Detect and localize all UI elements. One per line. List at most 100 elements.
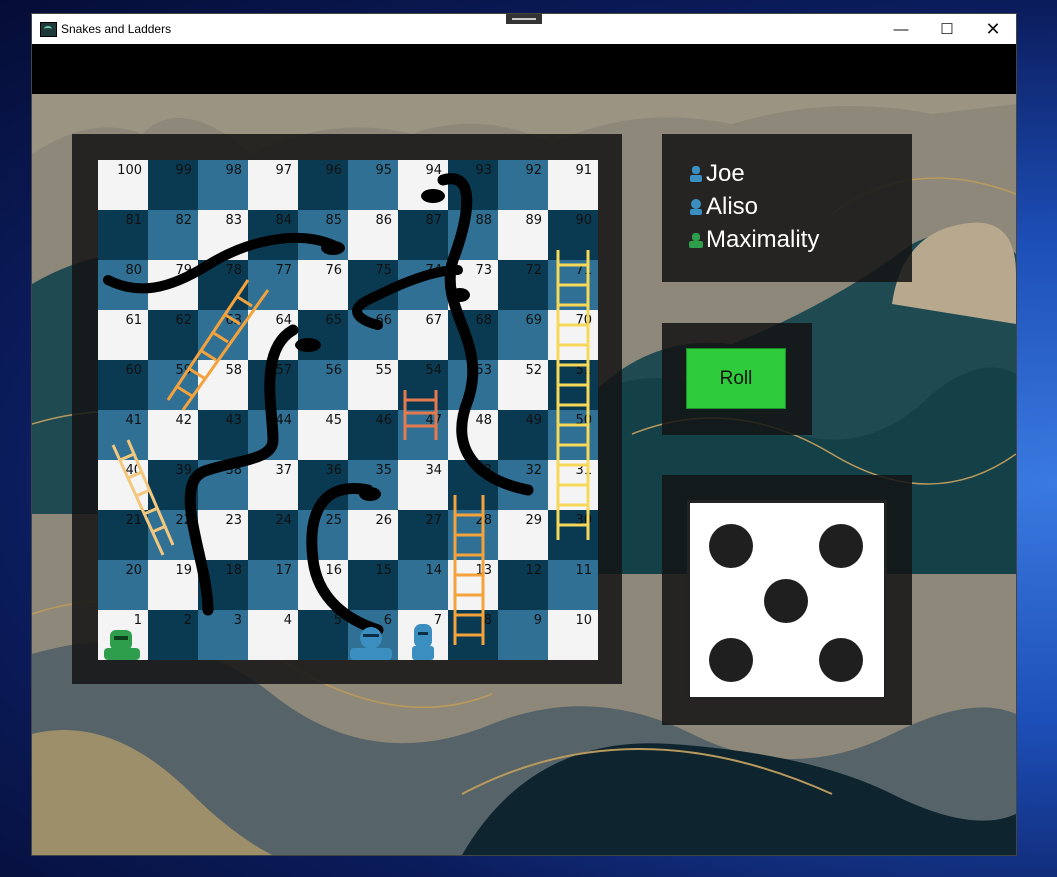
board-panel: 100 99 98 97 96 95 94 93 92 91 81 82 83 84 85 86 87 88 89 9…	[72, 134, 622, 684]
board-cell: 96	[298, 160, 348, 210]
cell-number: 28	[475, 513, 492, 528]
cell-number: 74	[425, 263, 442, 278]
cell-number: 22	[175, 513, 192, 528]
board-cell: 19	[148, 560, 198, 610]
board-cell: 60	[98, 360, 148, 410]
board-cell: 27	[398, 510, 448, 560]
cell-number: 26	[375, 513, 392, 528]
cell-number: 16	[325, 563, 342, 578]
board-cell: 15	[348, 560, 398, 610]
cell-number: 52	[525, 363, 542, 378]
cell-number: 15	[375, 563, 392, 578]
player-entry: Joe	[688, 160, 745, 188]
board-cell: 1	[98, 610, 148, 660]
cell-number: 98	[225, 163, 242, 178]
cell-number: 39	[175, 463, 192, 478]
board-cell: 85	[298, 210, 348, 260]
cell-number: 29	[525, 513, 542, 528]
board-cell: 68	[448, 310, 498, 360]
board-cell: 34	[398, 460, 448, 510]
top-strip	[32, 44, 1016, 94]
board-cell: 10	[548, 610, 598, 660]
cell-number: 68	[475, 313, 492, 328]
dice-pip	[819, 524, 863, 568]
cell-number: 77	[275, 263, 292, 278]
board-cell: 25	[298, 510, 348, 560]
cell-number: 86	[375, 213, 392, 228]
cell-number: 99	[175, 163, 192, 178]
board-cell: 7	[398, 610, 448, 660]
board-cell: 45	[298, 410, 348, 460]
board-cell: 82	[148, 210, 198, 260]
board-cell: 70	[548, 310, 598, 360]
cell-number: 44	[275, 413, 292, 428]
cell-number: 30	[575, 513, 592, 528]
cell-number: 42	[175, 413, 192, 428]
cell-number: 65	[325, 313, 342, 328]
cell-number: 8	[483, 613, 492, 628]
cell-number: 33	[475, 463, 492, 478]
board-cell: 43	[198, 410, 248, 460]
cell-number: 5	[333, 613, 342, 628]
board-cell: 6	[348, 610, 398, 660]
cell-number: 21	[125, 513, 142, 528]
cell-number: 10	[575, 613, 592, 628]
board-cell: 63	[198, 310, 248, 360]
cell-number: 89	[525, 213, 542, 228]
board-cell: 3	[198, 610, 248, 660]
cell-number: 71	[575, 263, 592, 278]
board-cell: 13	[448, 560, 498, 610]
board-cell: 74	[398, 260, 448, 310]
game-board: 100 99 98 97 96 95 94 93 92 91 81 82 83 84 85 86 87 88 89 9…	[98, 160, 598, 660]
title-bar[interactable]: Snakes and Ladders — ☐ ✕	[32, 14, 1016, 44]
board-cell: 86	[348, 210, 398, 260]
snap-grip-handle[interactable]	[506, 14, 542, 24]
board-cell: 44	[248, 410, 298, 460]
board-cell: 76	[298, 260, 348, 310]
cell-number: 79	[175, 263, 192, 278]
cell-number: 58	[225, 363, 242, 378]
cell-number: 41	[125, 413, 142, 428]
cell-number: 35	[375, 463, 392, 478]
board-cell: 16	[298, 560, 348, 610]
cell-number: 12	[525, 563, 542, 578]
cell-number: 63	[225, 313, 242, 328]
board-cell: 65	[298, 310, 348, 360]
cell-number: 7	[433, 613, 442, 628]
cell-number: 66	[375, 313, 392, 328]
cell-number: 76	[325, 263, 342, 278]
board-cell: 100	[98, 160, 148, 210]
board-cell: 21	[98, 510, 148, 560]
cell-number: 17	[275, 563, 292, 578]
board-cell: 41	[98, 410, 148, 460]
player-avatar-icon	[690, 166, 702, 182]
dice-pip	[709, 638, 753, 682]
minimize-button[interactable]: —	[878, 14, 924, 44]
board-cell: 84	[248, 210, 298, 260]
roll-button[interactable]: Roll	[686, 348, 786, 409]
cell-number: 56	[325, 363, 342, 378]
board-cell: 46	[348, 410, 398, 460]
board-cell: 42	[148, 410, 198, 460]
board-cell: 52	[498, 360, 548, 410]
cell-number: 4	[283, 613, 292, 628]
board-cell: 91	[548, 160, 598, 210]
board-cell: 90	[548, 210, 598, 260]
board-cell: 20	[98, 560, 148, 610]
cell-number: 32	[525, 463, 542, 478]
close-button[interactable]: ✕	[970, 14, 1016, 44]
cell-number: 1	[133, 613, 142, 628]
cell-number: 9	[533, 613, 542, 628]
board-cell: 59	[148, 360, 198, 410]
cell-number: 100	[117, 163, 142, 178]
board-cell: 14	[398, 560, 448, 610]
cell-number: 85	[325, 213, 342, 228]
cell-number: 53	[475, 363, 492, 378]
board-cell: 11	[548, 560, 598, 610]
maximize-button[interactable]: ☐	[924, 14, 970, 44]
player-avatar-icon	[690, 199, 702, 215]
board-cell: 69	[498, 310, 548, 360]
board-cell: 38	[198, 460, 248, 510]
cell-number: 93	[475, 163, 492, 178]
cell-number: 54	[425, 363, 442, 378]
